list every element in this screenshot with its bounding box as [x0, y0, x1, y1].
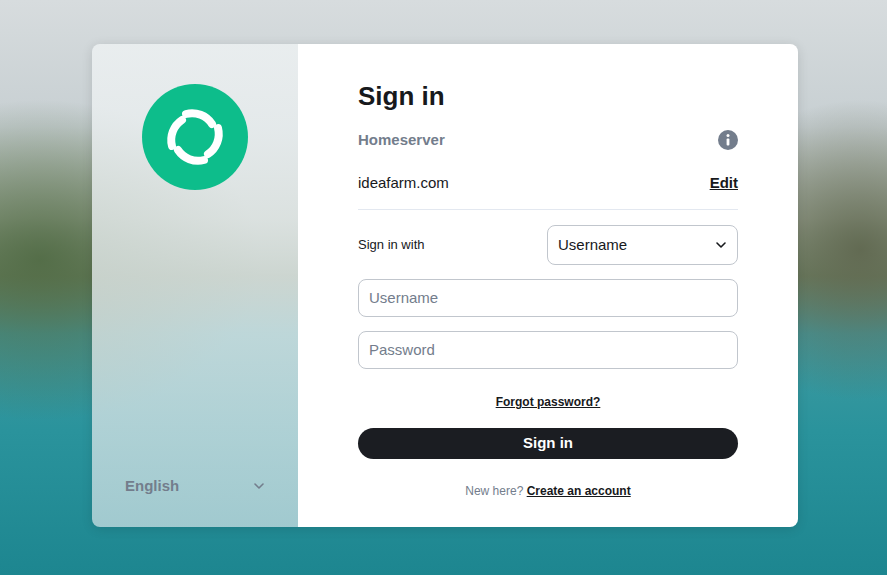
new-here-text: New here? — [465, 484, 523, 498]
info-icon[interactable] — [718, 130, 738, 150]
edit-link[interactable]: Edit — [710, 173, 738, 193]
page: English Sign in Homeserver ideafarm.com … — [0, 0, 887, 575]
homeserver-value: ideafarm.com — [358, 173, 449, 193]
chevron-down-icon[interactable] — [715, 241, 727, 249]
element-logo-icon — [142, 84, 248, 190]
password-input[interactable] — [358, 331, 738, 369]
sign-in-button[interactable]: Sign in — [358, 428, 738, 459]
footer: New here? Create an account — [358, 483, 738, 499]
homeserver-label: Homeserver — [358, 130, 445, 150]
domain-row: ideafarm.com Edit — [358, 173, 738, 193]
heading: Sign in — [358, 80, 738, 112]
side-panel: English — [92, 44, 298, 527]
element-swirl-icon — [142, 84, 248, 190]
login-card: English Sign in Homeserver ideafarm.com … — [92, 44, 798, 527]
login-method-value[interactable]: Username — [558, 234, 627, 257]
homeserver-row: Homeserver — [358, 130, 738, 150]
sign-in-with-label: Sign in with — [358, 235, 424, 255]
username-input[interactable] — [358, 279, 738, 317]
chevron-down-icon[interactable] — [253, 482, 265, 490]
create-account-link[interactable]: Create an account — [527, 484, 631, 498]
language-label[interactable]: English — [125, 475, 179, 498]
login-method-select[interactable]: Username — [547, 225, 738, 265]
logo-area — [125, 84, 265, 190]
field-list — [358, 265, 738, 369]
sign-in-with-row: Sign in with Username — [358, 225, 738, 265]
language-selector[interactable]: English — [125, 475, 265, 498]
divider — [358, 209, 738, 210]
forgot-password-link[interactable]: Forgot password? — [496, 395, 601, 409]
forgot-row: Forgot password? — [358, 394, 738, 410]
form-panel: Sign in Homeserver ideafarm.com Edit Sig… — [298, 44, 798, 527]
